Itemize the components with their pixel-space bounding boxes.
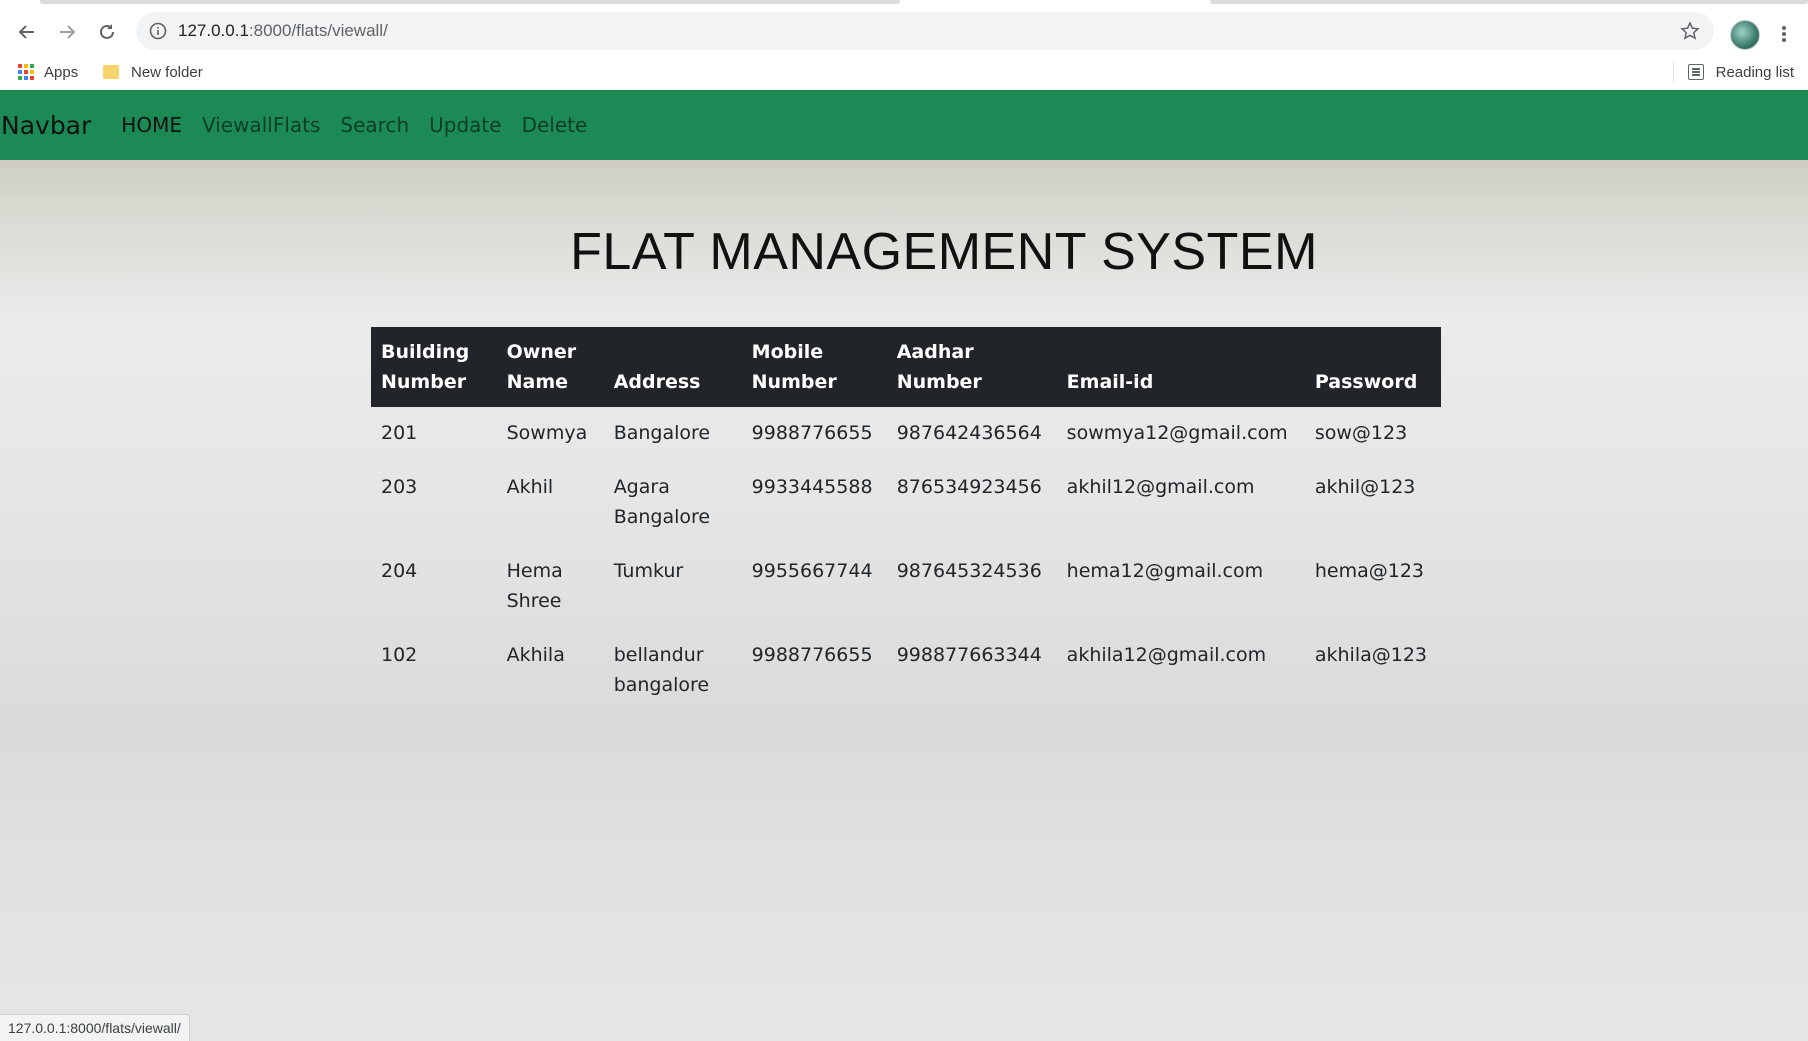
tab[interactable] bbox=[1210, 0, 1808, 4]
nav-link-update[interactable]: Update bbox=[429, 113, 501, 137]
tab[interactable] bbox=[40, 0, 900, 4]
cell-building-number: 203 bbox=[371, 460, 497, 545]
table-row: 203 Akhil Agara Bangalore 9933445588 8765349… bbox=[371, 460, 1441, 545]
page-title: FLAT MANAGEMENT SYSTEM bbox=[570, 223, 1318, 281]
divider bbox=[1672, 61, 1674, 83]
reload-icon[interactable] bbox=[90, 15, 124, 49]
header-text: Name bbox=[506, 371, 569, 393]
header-text: Owner bbox=[506, 341, 577, 363]
info-icon[interactable] bbox=[148, 21, 168, 41]
forward-icon[interactable] bbox=[50, 15, 84, 49]
nav-link-search[interactable]: Search bbox=[340, 113, 409, 137]
table-row: 201 Sowmya Bangalore 9988776655 987642436564… bbox=[371, 407, 1441, 461]
cell-password: sow@123 bbox=[1314, 422, 1408, 444]
cell-mobile-number: 9933445588 bbox=[741, 460, 887, 545]
table-row: 204 Hema Shree Tumkur 9955667744 98764532453… bbox=[371, 544, 1441, 629]
browser-toolbar: 127.0.0.1:8000/flats/viewall/ bbox=[0, 9, 1808, 55]
cell-building-number: 201 bbox=[381, 422, 418, 444]
bookmark-apps[interactable]: Apps bbox=[18, 61, 78, 83]
header-email-id: Email-id bbox=[1056, 327, 1305, 407]
cell-aadhar-number: 987642436564 bbox=[896, 422, 1042, 444]
nav-link-viewallflats[interactable]: ViewallFlats bbox=[202, 113, 320, 137]
header-mobile-number: Mobile Number bbox=[741, 327, 887, 407]
reading-list-button[interactable]: Reading list bbox=[1672, 61, 1794, 83]
header-text: Password bbox=[1314, 371, 1418, 393]
header-text: Email-id bbox=[1066, 371, 1154, 393]
header-password: Password bbox=[1304, 327, 1441, 407]
cell-email-id: hema12@gmail.com bbox=[1056, 544, 1305, 629]
header-text: Aadhar bbox=[896, 341, 974, 363]
header-address: Address bbox=[603, 327, 742, 407]
header-text: Number bbox=[896, 371, 982, 393]
header-aadhar-number: Aadhar Number bbox=[886, 327, 1057, 407]
cell-mobile-number: 9988776655 bbox=[741, 628, 887, 712]
status-bar-url: 127.0.0.1:8000/flats/viewall/ bbox=[0, 1014, 190, 1041]
cell-aadhar-number: 998877663344 bbox=[886, 628, 1057, 712]
cell-aadhar-number: 987645324536 bbox=[886, 544, 1057, 629]
folder-icon bbox=[103, 65, 119, 79]
page-content: Navbar HOME ViewallFlats Search Update D… bbox=[0, 90, 1808, 1041]
profile-avatar[interactable] bbox=[1730, 20, 1760, 50]
cell-address: bellandur bangalore bbox=[603, 628, 742, 712]
header-text: Mobile bbox=[751, 341, 824, 363]
header-text: Number bbox=[751, 371, 837, 393]
cell-mobile-number: 9988776655 bbox=[751, 422, 873, 444]
menu-kebab-icon[interactable] bbox=[1776, 19, 1792, 49]
cell-password: hema@123 bbox=[1304, 544, 1441, 629]
cell-owner-name: Akhil bbox=[496, 460, 604, 545]
bookmark-label: New folder bbox=[131, 63, 203, 81]
cell-address: Tumkur bbox=[603, 544, 742, 629]
cell-owner-name: Hema Shree bbox=[496, 544, 604, 629]
address-bar[interactable]: 127.0.0.1:8000/flats/viewall/ bbox=[136, 12, 1714, 50]
cell-email-id: sowmya12@gmail.com bbox=[1066, 422, 1288, 444]
site-navbar: Navbar HOME ViewallFlats Search Update D… bbox=[0, 90, 1808, 160]
cell-owner-name: Sowmya bbox=[506, 422, 588, 444]
header-text: Address bbox=[613, 371, 701, 393]
header-text: Building bbox=[381, 341, 470, 363]
nav-link-delete[interactable]: Delete bbox=[522, 113, 588, 137]
table-body: 201 Sowmya Bangalore 9988776655 987642436564… bbox=[371, 407, 1441, 712]
table-row: 102 Akhila bellandur bangalore 9988776655 99… bbox=[371, 628, 1441, 712]
star-icon[interactable] bbox=[1680, 21, 1700, 41]
apps-grid-icon bbox=[18, 64, 34, 80]
header-building-number: Building Number bbox=[371, 327, 497, 407]
cell-owner-name: Akhila bbox=[496, 628, 604, 712]
table-header-row: Building Number Owner Name Address Mobile Numb… bbox=[371, 327, 1441, 407]
cell-password: akhil@123 bbox=[1304, 460, 1441, 545]
bookmarks-bar: Apps New folder Reading list bbox=[0, 55, 1808, 91]
cell-password: akhila@123 bbox=[1304, 628, 1441, 712]
nav-link-home[interactable]: HOME bbox=[121, 113, 182, 137]
header-text: Number bbox=[381, 371, 467, 393]
cell-email-id: akhila12@gmail.com bbox=[1056, 628, 1305, 712]
flats-table: Building Number Owner Name Address Mobile Numb… bbox=[371, 327, 1441, 712]
reading-list-icon bbox=[1687, 64, 1704, 80]
bookmark-new-folder[interactable]: New folder bbox=[103, 61, 203, 83]
cell-address: Bangalore bbox=[613, 422, 711, 444]
back-icon[interactable] bbox=[10, 15, 44, 49]
reading-list-label: Reading list bbox=[1715, 63, 1794, 81]
cell-aadhar-number: 876534923456 bbox=[886, 460, 1057, 545]
tab-strip bbox=[0, 0, 1808, 9]
cell-building-number: 102 bbox=[371, 628, 497, 712]
bookmark-label: Apps bbox=[44, 63, 79, 81]
cell-mobile-number: 9955667744 bbox=[741, 544, 887, 629]
cell-building-number: 204 bbox=[371, 544, 497, 629]
url-text: 127.0.0.1:8000/flats/viewall/ bbox=[178, 21, 388, 40]
table-header: Building Number Owner Name Address Mobile Numb… bbox=[371, 327, 1441, 407]
navbar-brand[interactable]: Navbar bbox=[1, 111, 91, 140]
cell-email-id: akhil12@gmail.com bbox=[1056, 460, 1305, 545]
header-owner-name: Owner Name bbox=[496, 327, 604, 407]
cell-address: Agara Bangalore bbox=[603, 460, 742, 545]
